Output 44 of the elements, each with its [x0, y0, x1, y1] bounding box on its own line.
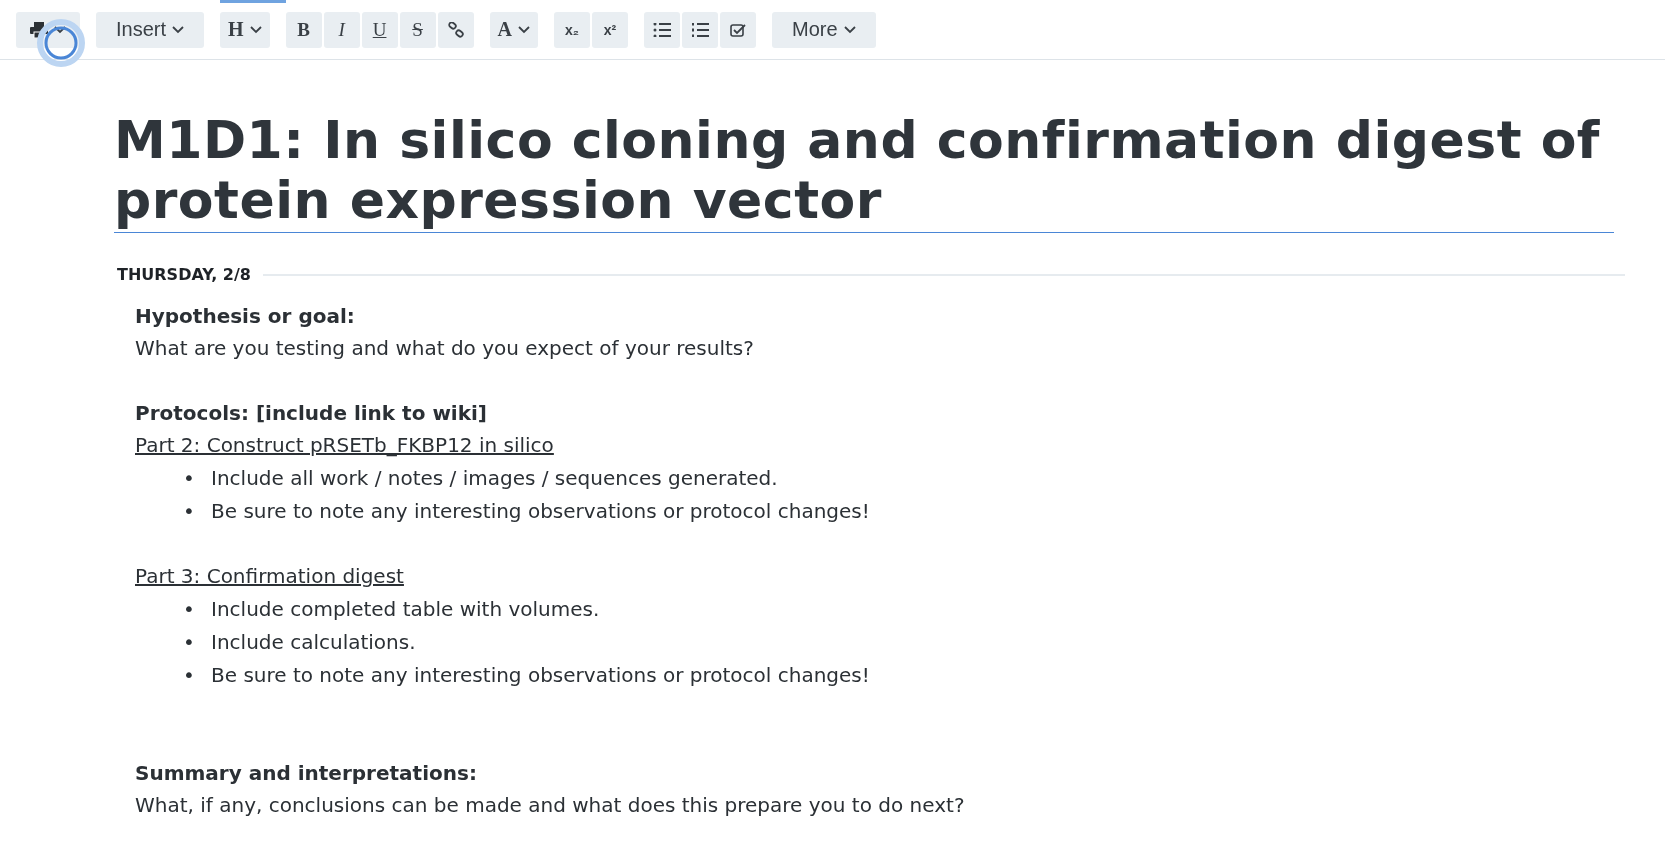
- format-button[interactable]: S: [399, 11, 436, 48]
- link-button[interactable]: [437, 11, 474, 48]
- bullet-marker: •: [183, 629, 196, 654]
- bullet-item: Include calculations.: [211, 628, 416, 656]
- chevron-down-icon: [54, 25, 66, 34]
- menu-button[interactable]: A: [489, 11, 539, 48]
- bullet-marker: •: [183, 465, 196, 490]
- chevron-down-icon: [172, 25, 185, 34]
- chevron-down-icon: [843, 25, 856, 34]
- page-title: M1D1: In silico cloning and confirmation digest of protein expression vector: [114, 110, 1614, 233]
- bullet-item: Be sure to note any interesting observations or protocol changes!: [211, 661, 870, 689]
- section-heading: Hypothesis or goal:: [135, 303, 355, 330]
- menu-button[interactable]: H: [220, 11, 270, 48]
- chevron-down-icon: [518, 25, 531, 34]
- menu-button[interactable]: More: [772, 11, 876, 48]
- printer-icon: [30, 21, 48, 38]
- section-heading: Summary and interpretations:: [135, 760, 477, 787]
- bullet-marker: •: [183, 596, 196, 621]
- bullet-marker: •: [183, 498, 196, 523]
- format-button[interactable]: U: [361, 11, 398, 48]
- script-button[interactable]: x₂: [554, 11, 591, 48]
- prompt-text: What are you testing and what do you expect of your results?: [135, 335, 754, 362]
- bullet-list-icon: [653, 22, 672, 37]
- checklist-button[interactable]: [720, 11, 757, 48]
- section-heading: Protocols: [include link to wiki]: [135, 400, 487, 427]
- bullet-item: Be sure to note any interesting observations or protocol changes!: [211, 497, 870, 525]
- bullet-item: Include completed table with volumes.: [211, 595, 600, 623]
- format-button[interactable]: B: [285, 11, 322, 48]
- chevron-down-icon: [249, 25, 262, 34]
- prompt-text: What, if any, conclusions can be made and what does this prepare you to do next?: [135, 792, 965, 819]
- bullet-marker: •: [183, 662, 196, 687]
- link-icon: [447, 21, 464, 38]
- bullet-item: Include all work / notes / images / sequences generated.: [211, 464, 778, 492]
- menu-button[interactable]: Insert: [96, 11, 205, 48]
- bullet-list-button[interactable]: [644, 11, 681, 48]
- date-heading: THURSDAY, 2/8: [117, 265, 251, 284]
- protocol-link[interactable]: Part 3: Confirmation digest: [135, 560, 404, 592]
- protocol-link[interactable]: Part 2: Construct pRSETb_FKBP12 in silico: [135, 429, 554, 461]
- script-button[interactable]: x²: [592, 11, 629, 48]
- numbered-list-icon: [691, 22, 710, 37]
- numbered-list-button[interactable]: [682, 11, 719, 48]
- checkbox-icon: [730, 22, 747, 37]
- focus-ring: [36, 18, 86, 68]
- format-button[interactable]: I: [323, 11, 360, 48]
